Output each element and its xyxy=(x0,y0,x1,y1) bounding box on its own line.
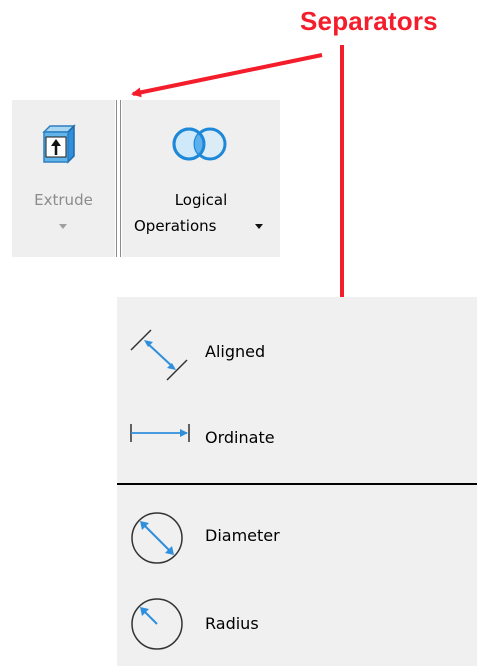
arrow-to-ribbon-separator xyxy=(131,53,323,98)
menu-item-aligned-label: Aligned xyxy=(205,342,266,361)
logical-operations-icon xyxy=(172,127,227,161)
chevron-down-icon xyxy=(59,224,67,229)
ribbon-separator-2 xyxy=(120,100,121,257)
menu-item-aligned[interactable]: Aligned xyxy=(117,322,317,382)
logical-operations-label-line1: Logical xyxy=(174,191,228,209)
aligned-dimension-icon xyxy=(130,329,188,381)
extrude-icon xyxy=(42,124,76,164)
menu-item-diameter-label: Diameter xyxy=(205,526,280,545)
ribbon-separator xyxy=(116,100,117,257)
menu-item-ordinate[interactable]: Ordinate xyxy=(117,418,317,458)
radius-dimension-icon xyxy=(131,598,183,650)
menu-item-diameter[interactable]: Diameter xyxy=(117,508,317,564)
dropdown-arrow-icon xyxy=(255,224,263,229)
logical-operations-button[interactable]: Logical Operations xyxy=(122,100,280,257)
ordinate-dimension-icon xyxy=(130,424,190,442)
menu-item-radius-label: Radius xyxy=(205,614,259,633)
menu-item-radius[interactable]: Radius xyxy=(117,594,317,650)
extrude-label: Extrude xyxy=(34,191,93,209)
menu-separator xyxy=(117,483,477,485)
menu-item-ordinate-label: Ordinate xyxy=(205,428,275,447)
logical-operations-label-line2: Operations xyxy=(134,217,217,235)
extrude-button[interactable]: Extrude xyxy=(12,100,115,257)
diameter-dimension-icon xyxy=(131,512,183,564)
